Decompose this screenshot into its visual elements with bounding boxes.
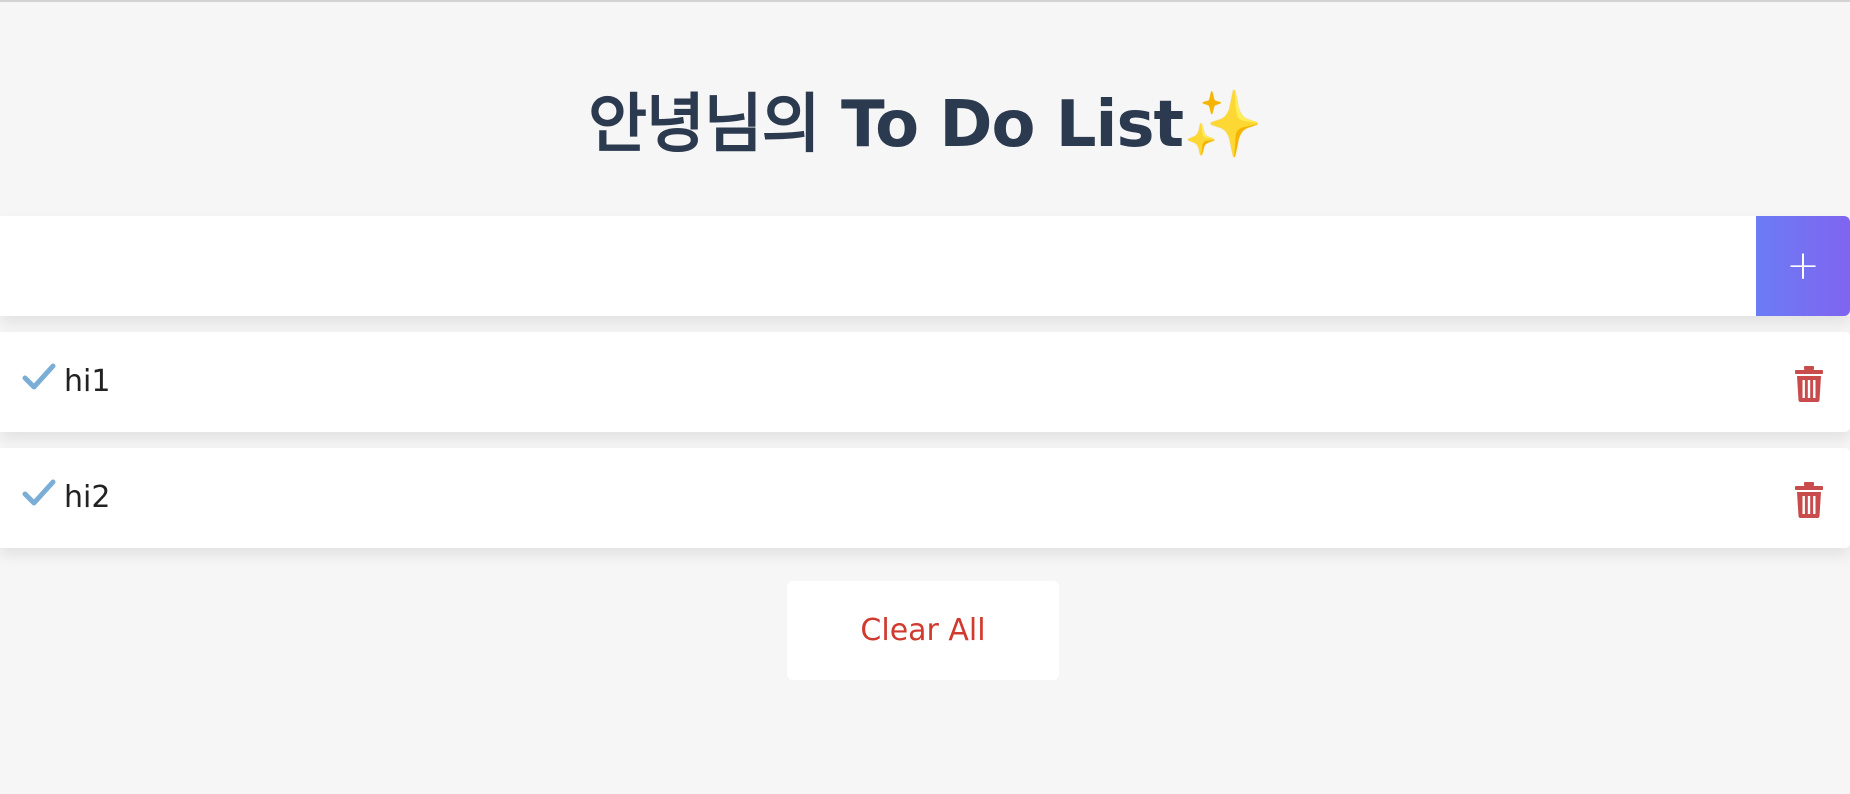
todo-item: hi2 — [0, 448, 1850, 548]
clear-all-button[interactable]: Clear All — [787, 581, 1059, 680]
sparkle-icon: ✨ — [1183, 88, 1263, 162]
todo-list: hi1 hi2 — [0, 332, 1850, 564]
todo-input[interactable] — [0, 216, 1756, 316]
todo-item: hi1 — [0, 332, 1850, 432]
page-title-text: 안녕님의 To Do List — [588, 88, 1184, 162]
page-title: 안녕님의 To Do List✨ — [0, 80, 1850, 170]
trash-icon[interactable] — [1794, 482, 1824, 518]
add-todo-button[interactable]: + — [1756, 216, 1850, 316]
window-top-border — [0, 0, 1850, 2]
todo-input-row: + — [0, 216, 1850, 316]
trash-icon[interactable] — [1794, 366, 1824, 402]
check-icon[interactable] — [22, 478, 56, 508]
check-icon[interactable] — [22, 362, 56, 392]
todo-item-text: hi2 — [64, 480, 111, 515]
todo-item-text: hi1 — [64, 364, 111, 399]
